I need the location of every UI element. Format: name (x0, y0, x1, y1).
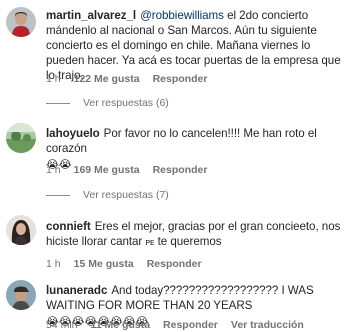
comment-time[interactable]: 1 h (46, 258, 61, 270)
reply-button[interactable]: Responder (153, 164, 208, 176)
comment-likes[interactable]: 11 Me gusta (91, 319, 151, 331)
comment-meta: 1 h 169 Me gusta Responder (46, 164, 220, 176)
comment-meta: 1 h 15 Me gusta Responder (46, 258, 215, 270)
comment-username[interactable]: connieft (46, 220, 91, 233)
view-replies-button[interactable]: Ver respuestas (7) (46, 189, 169, 201)
view-replies-button[interactable]: Ver respuestas (6) (46, 97, 169, 109)
avatar-man-cap-icon (6, 280, 36, 310)
comment-small-caps: ᴘᴇ (145, 237, 155, 247)
comment-username[interactable]: lahoyuelo (46, 127, 100, 140)
mention-link[interactable]: @robbiewilliams (140, 9, 224, 22)
comment-username[interactable]: lunaneradc (46, 284, 107, 297)
avatar[interactable] (6, 123, 36, 153)
reply-button[interactable]: Responder (153, 73, 208, 85)
avatar[interactable] (6, 280, 36, 310)
avatar[interactable] (6, 215, 36, 245)
view-replies-label: Ver respuestas (7) (83, 189, 169, 201)
comment-meta: 1 h 122 Me gusta Responder (46, 73, 220, 85)
avatar-green-landscape-icon (6, 123, 36, 153)
replies-divider (46, 194, 70, 196)
comment-body-end: te queremos (157, 235, 222, 248)
reply-button[interactable]: Responder (163, 319, 218, 331)
reply-button[interactable]: Responder (147, 258, 202, 270)
comment-likes[interactable]: 122 Me gusta (74, 73, 140, 85)
comment-text: connieft Eres el mejor, gracias por el gr… (46, 219, 344, 250)
avatar-red-shirt-icon (6, 7, 36, 37)
comment-time[interactable]: 1 h (46, 73, 61, 85)
replies-divider (46, 102, 70, 104)
avatar[interactable] (6, 7, 36, 37)
view-replies-label: Ver respuestas (6) (83, 97, 169, 109)
see-translation-button[interactable]: Ver traducción (231, 319, 304, 331)
comment-likes[interactable]: 169 Me gusta (74, 164, 140, 176)
comment-time[interactable]: 54 min (46, 319, 78, 331)
comment-likes[interactable]: 15 Me gusta (74, 258, 134, 270)
comment-time[interactable]: 1 h (46, 164, 61, 176)
avatar-dark-hair-woman-icon (6, 215, 36, 245)
comment-username[interactable]: martin_alvarez_l (46, 9, 136, 22)
comment-meta: 54 min 11 Me gusta Responder Ver traducción (46, 319, 317, 331)
comment-text: martin_alvarez_l @robbiewilliams el 2do c… (46, 8, 344, 83)
